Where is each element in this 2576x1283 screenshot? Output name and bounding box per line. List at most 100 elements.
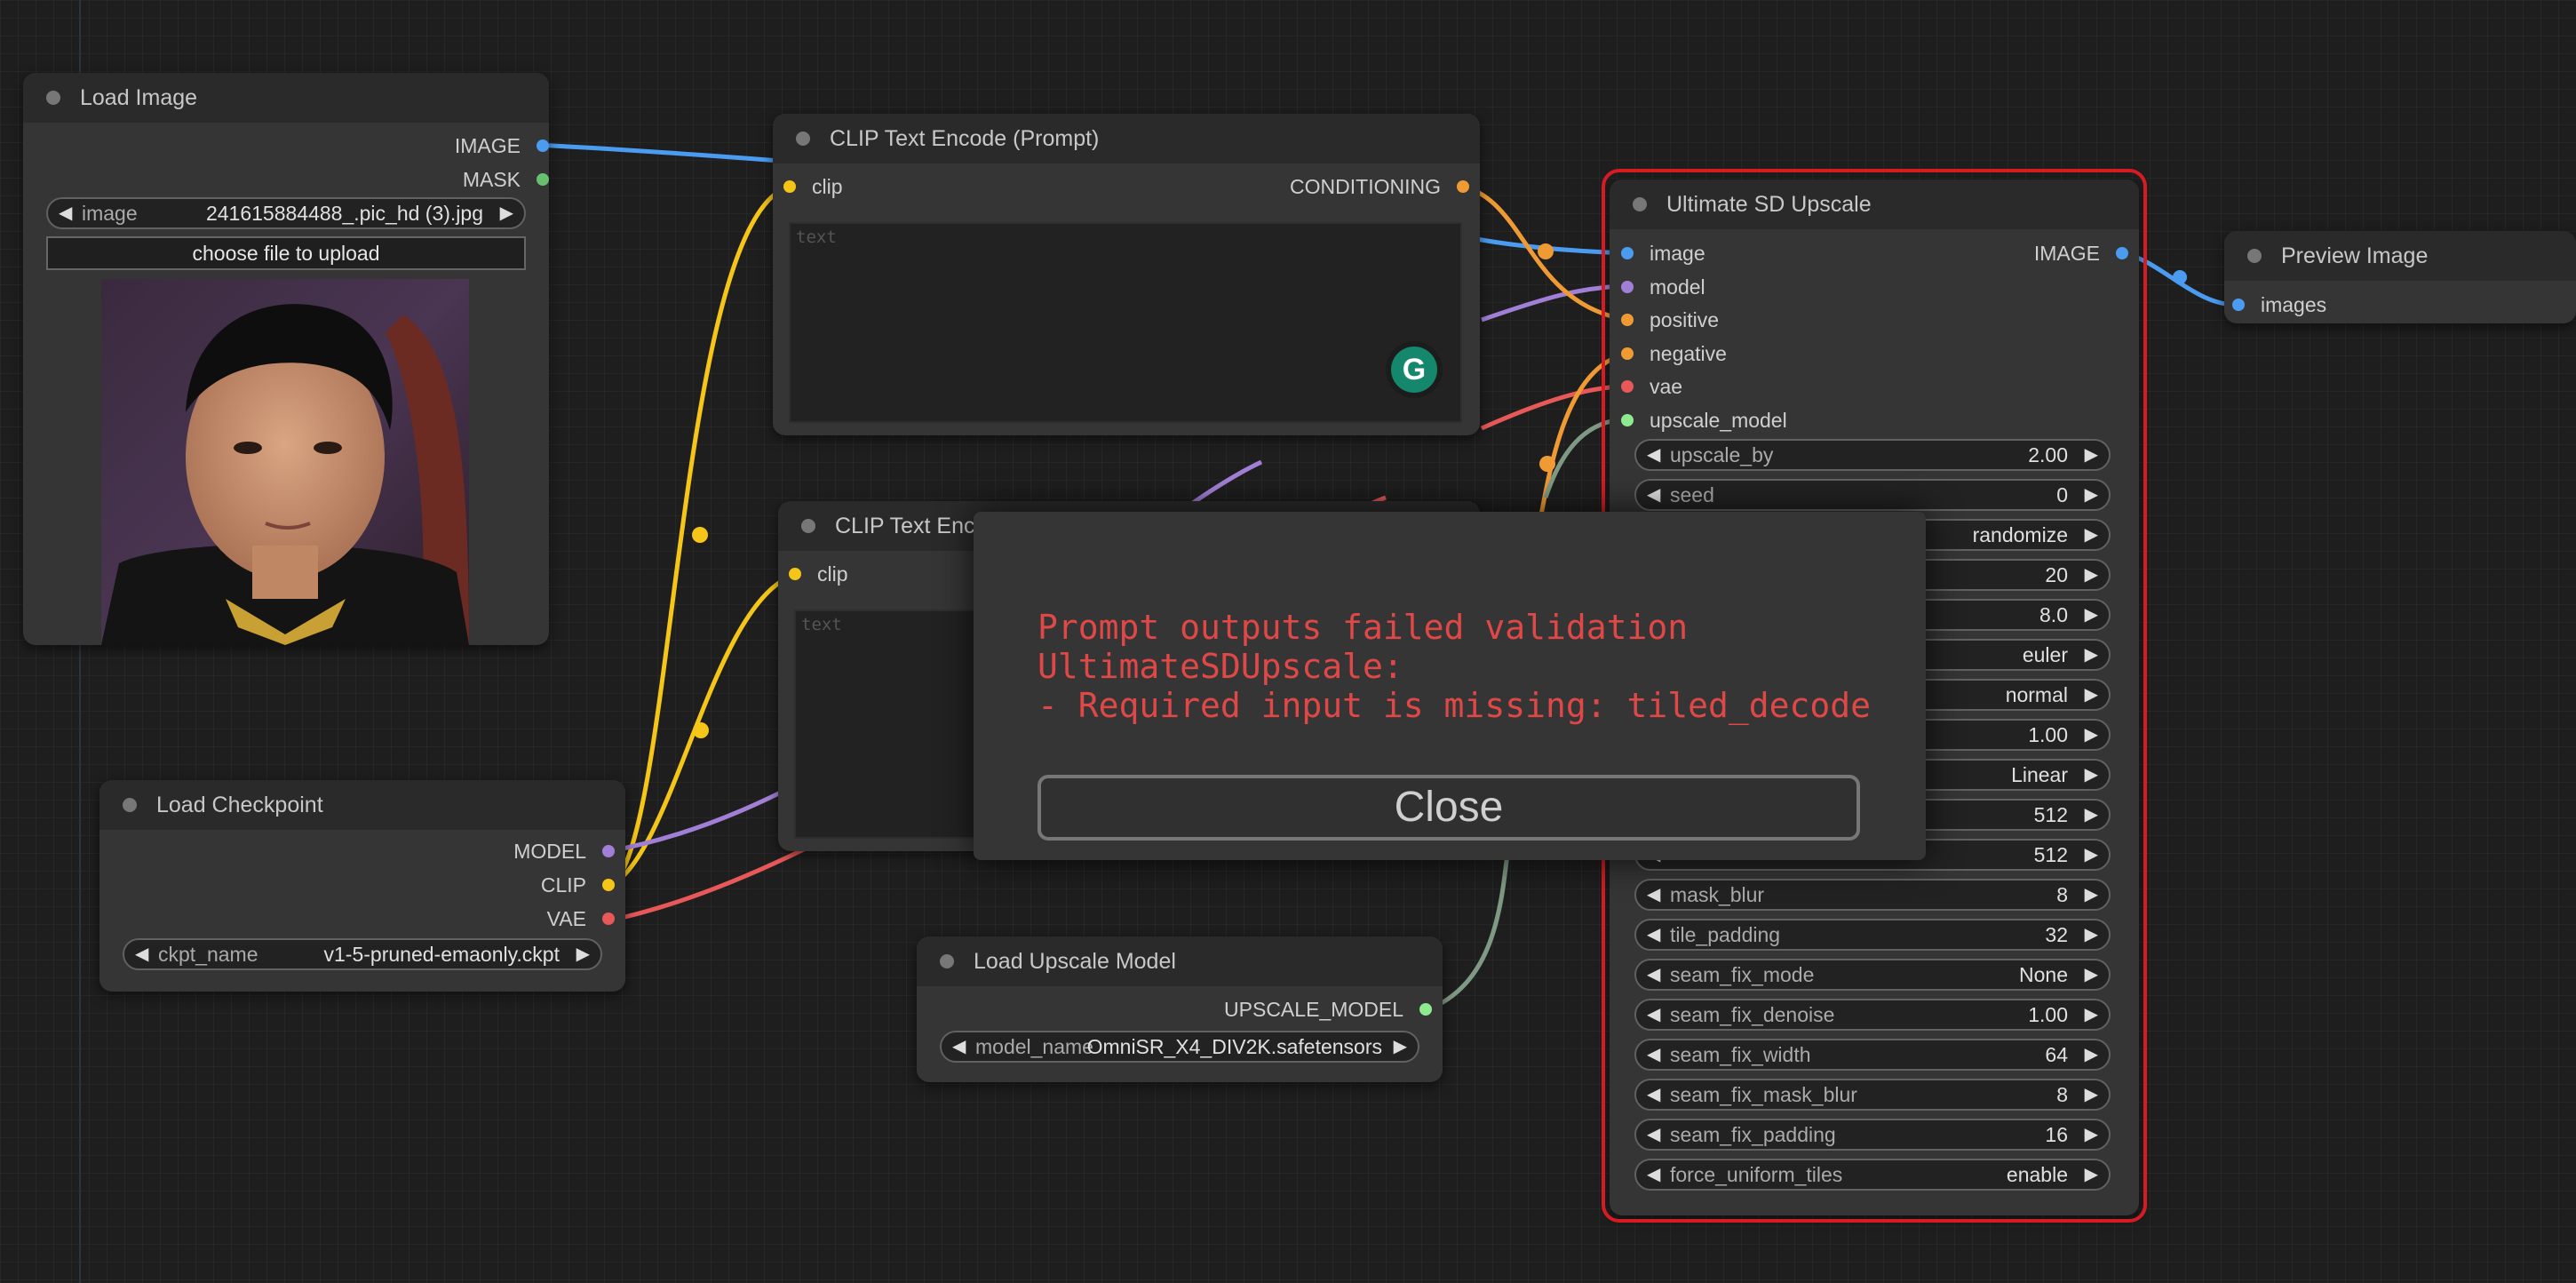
input-dot[interactable] — [1621, 347, 1634, 360]
output-image[interactable]: IMAGE — [2034, 241, 2128, 266]
collapse-dot-icon[interactable] — [46, 91, 60, 105]
output-clip-dot[interactable] — [602, 879, 615, 891]
decrement-arrow-icon[interactable]: ◀ — [1647, 1120, 1660, 1149]
output-model[interactable]: MODEL — [513, 839, 615, 864]
increment-arrow-icon[interactable]: ▶ — [2085, 521, 2098, 549]
increment-arrow-icon[interactable]: ▶ — [576, 940, 590, 968]
input-images-dot[interactable] — [2232, 299, 2245, 311]
decrement-arrow-icon[interactable]: ◀ — [1647, 1040, 1660, 1069]
increment-arrow-icon[interactable]: ▶ — [2085, 641, 2098, 669]
usdu-widget-seam-fix-mask-blur[interactable]: ◀ seam_fix_mask_blur 8 ▶ — [1634, 1079, 2111, 1111]
input-clip-dot[interactable] — [789, 568, 801, 580]
input-dot[interactable] — [1621, 314, 1634, 326]
output-image[interactable]: IMAGE — [455, 133, 549, 158]
increment-arrow-icon[interactable]: ▶ — [2085, 841, 2098, 869]
collapse-dot-icon[interactable] — [2247, 249, 2262, 263]
node-title-bar[interactable]: Load Image — [23, 73, 549, 123]
usdu-widget-seam-fix-padding[interactable]: ◀ seam_fix_padding 16 ▶ — [1634, 1119, 2111, 1151]
increment-arrow-icon[interactable]: ▶ — [2085, 1040, 2098, 1069]
node-load-image[interactable]: Load Image IMAGE MASK ◀ image 2416158844… — [23, 73, 549, 645]
decrement-arrow-icon[interactable]: ◀ — [1647, 881, 1660, 909]
increment-arrow-icon[interactable]: ▶ — [2085, 920, 2098, 949]
increment-arrow-icon[interactable]: ▶ — [2085, 1160, 2098, 1189]
increment-arrow-icon[interactable]: ▶ — [2085, 441, 2098, 469]
node-title-bar[interactable]: Load Upscale Model — [917, 936, 1443, 986]
increment-arrow-icon[interactable]: ▶ — [2085, 1080, 2098, 1109]
output-mask-dot[interactable] — [537, 173, 549, 186]
collapse-dot-icon[interactable] — [1633, 197, 1647, 211]
decrement-arrow-icon[interactable]: ◀ — [1647, 960, 1660, 989]
close-button[interactable]: Close — [1038, 775, 1860, 841]
input-positive[interactable]: positive — [1621, 307, 1719, 332]
ckpt-name-widget[interactable]: ◀ ckpt_name v1-5-pruned-emaonly.ckpt ▶ — [123, 938, 602, 970]
output-conditioning[interactable]: CONDITIONING — [1290, 174, 1469, 199]
input-dot[interactable] — [1621, 247, 1634, 259]
input-clip-dot[interactable] — [783, 180, 796, 193]
usdu-widget-tile-padding[interactable]: ◀ tile_padding 32 ▶ — [1634, 919, 2111, 951]
increment-arrow-icon[interactable]: ▶ — [2085, 1000, 2098, 1029]
input-clip[interactable]: clip — [789, 562, 848, 586]
input-upscale-model[interactable]: upscale_model — [1621, 408, 1787, 433]
increment-arrow-icon[interactable]: ▶ — [2085, 481, 2098, 509]
decrement-arrow-icon[interactable]: ◀ — [135, 940, 148, 968]
decrement-arrow-icon[interactable]: ◀ — [952, 1032, 966, 1061]
image-select-widget[interactable]: ◀ image 241615884488_.pic_hd (3).jpg ▶ — [46, 197, 526, 229]
node-load-checkpoint[interactable]: Load Checkpoint MODEL CLIP VAE ◀ ckpt_na… — [99, 780, 625, 992]
input-images[interactable]: images — [2232, 292, 2326, 317]
prompt-textarea[interactable]: text — [789, 222, 1462, 423]
node-title-bar[interactable]: Ultimate SD Upscale — [1610, 179, 2139, 229]
increment-arrow-icon[interactable]: ▶ — [2085, 801, 2098, 829]
increment-arrow-icon[interactable]: ▶ — [2085, 601, 2098, 629]
node-load-upscale-model[interactable]: Load Upscale Model UPSCALE_MODEL ◀ model… — [917, 936, 1443, 1082]
collapse-dot-icon[interactable] — [796, 131, 810, 146]
input-vae[interactable]: vae — [1621, 374, 1682, 399]
input-model[interactable]: model — [1621, 275, 1705, 299]
decrement-arrow-icon[interactable]: ◀ — [1647, 1080, 1660, 1109]
collapse-dot-icon[interactable] — [123, 798, 137, 812]
node-clip-text-encode-positive[interactable]: CLIP Text Encode (Prompt) clip CONDITION… — [773, 114, 1480, 435]
increment-arrow-icon[interactable]: ▶ — [2085, 561, 2098, 589]
node-preview-image[interactable]: Preview Image images — [2224, 231, 2576, 323]
usdu-widget-seam-fix-width[interactable]: ◀ seam_fix_width 64 ▶ — [1634, 1039, 2111, 1071]
usdu-widget-seam-fix-denoise[interactable]: ◀ seam_fix_denoise 1.00 ▶ — [1634, 999, 2111, 1031]
increment-arrow-icon[interactable]: ▶ — [2085, 681, 2098, 709]
increment-arrow-icon[interactable]: ▶ — [2085, 1120, 2098, 1149]
output-image-dot[interactable] — [2116, 247, 2128, 259]
node-title-bar[interactable]: CLIP Text Encode (Prompt) — [773, 114, 1480, 163]
increment-arrow-icon[interactable]: ▶ — [500, 199, 513, 227]
collapse-dot-icon[interactable] — [801, 519, 815, 533]
usdu-widget-mask-blur[interactable]: ◀ mask_blur 8 ▶ — [1634, 879, 2111, 911]
collapse-dot-icon[interactable] — [940, 954, 954, 968]
output-upscale-model-dot[interactable] — [1419, 1003, 1432, 1016]
input-clip[interactable]: clip — [783, 174, 843, 199]
input-negative[interactable]: negative — [1621, 341, 1727, 366]
decrement-arrow-icon[interactable]: ◀ — [59, 199, 72, 227]
output-vae-dot[interactable] — [602, 912, 615, 925]
node-title-bar[interactable]: Load Checkpoint — [99, 780, 625, 830]
decrement-arrow-icon[interactable]: ◀ — [1647, 920, 1660, 949]
input-image[interactable]: image — [1621, 241, 1705, 266]
input-dot[interactable] — [1621, 380, 1634, 393]
increment-arrow-icon[interactable]: ▶ — [2085, 960, 2098, 989]
input-dot[interactable] — [1621, 280, 1634, 293]
usdu-widget-seed[interactable]: ◀ seed 0 ▶ — [1634, 479, 2111, 511]
node-title-bar[interactable]: Preview Image — [2224, 231, 2576, 281]
output-vae[interactable]: VAE — [547, 906, 615, 931]
upload-button[interactable]: choose file to upload — [46, 236, 526, 270]
output-image-dot[interactable] — [537, 139, 549, 152]
increment-arrow-icon[interactable]: ▶ — [1394, 1032, 1407, 1061]
output-conditioning-dot[interactable] — [1457, 180, 1469, 193]
decrement-arrow-icon[interactable]: ◀ — [1647, 481, 1660, 509]
output-model-dot[interactable] — [602, 845, 615, 857]
grammarly-g-icon[interactable]: G — [1386, 341, 1443, 398]
usdu-widget-force-uniform-tiles[interactable]: ◀ force_uniform_tiles enable ▶ — [1634, 1159, 2111, 1191]
usdu-widget-upscale-by[interactable]: ◀ upscale_by 2.00 ▶ — [1634, 439, 2111, 471]
decrement-arrow-icon[interactable]: ◀ — [1647, 1000, 1660, 1029]
output-mask[interactable]: MASK — [463, 167, 549, 192]
decrement-arrow-icon[interactable]: ◀ — [1647, 1160, 1660, 1189]
increment-arrow-icon[interactable]: ▶ — [2085, 761, 2098, 789]
increment-arrow-icon[interactable]: ▶ — [2085, 881, 2098, 909]
output-clip[interactable]: CLIP — [541, 873, 615, 897]
decrement-arrow-icon[interactable]: ◀ — [1647, 441, 1660, 469]
increment-arrow-icon[interactable]: ▶ — [2085, 721, 2098, 749]
